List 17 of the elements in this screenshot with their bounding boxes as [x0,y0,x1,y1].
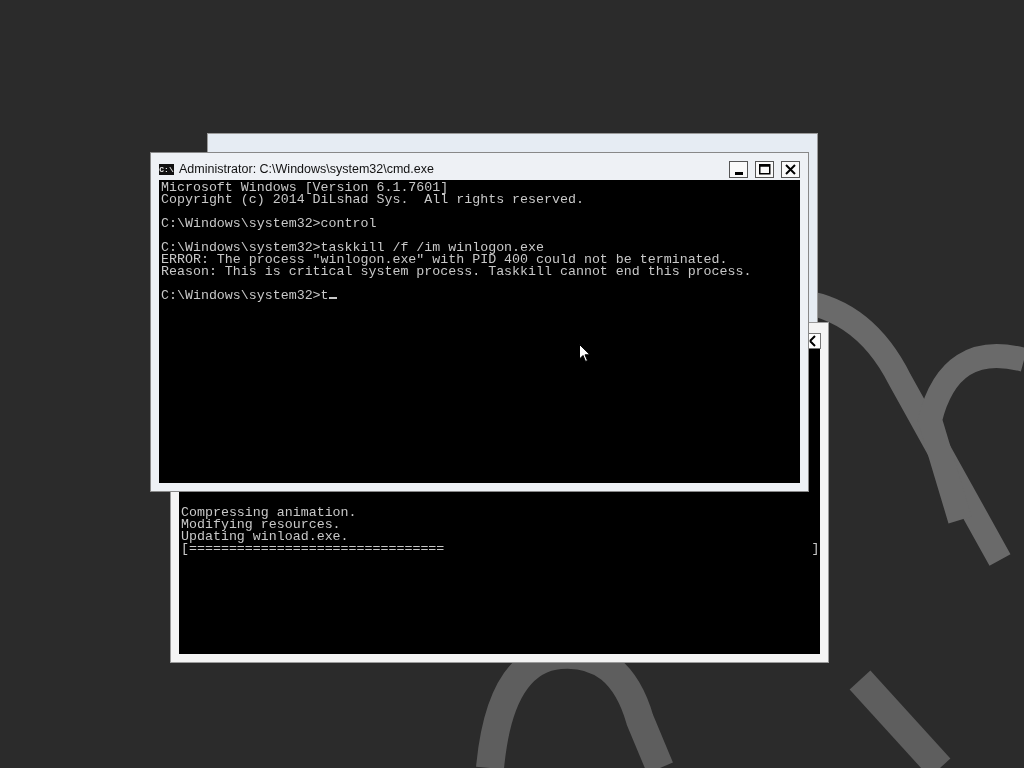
minimize-button[interactable] [729,160,748,178]
console-text: C:\Windows\system32>t [161,288,329,303]
close-icon [809,334,819,348]
console-text: C:\Windows\system32>taskkill /f /im winlogon.exe [161,240,544,255]
close-button[interactable] [781,160,800,178]
mouse-pointer-icon [579,344,591,363]
console-text: C:\Windows\system32>control [161,216,377,231]
console-icon: C:\ [159,163,174,175]
console-text: Compressing animation. [181,505,357,520]
text-cursor [328,297,337,299]
window-title: Administrator: C:\Windows\system32\cmd.exe [179,162,435,176]
close-icon [785,163,796,175]
maximize-icon [758,163,771,175]
minimize-icon [734,171,743,175]
maximize-button[interactable] [755,160,774,178]
close-button[interactable] [809,333,821,349]
console-text: Microsoft Windows [Version 6.1.7601] [161,180,449,195]
